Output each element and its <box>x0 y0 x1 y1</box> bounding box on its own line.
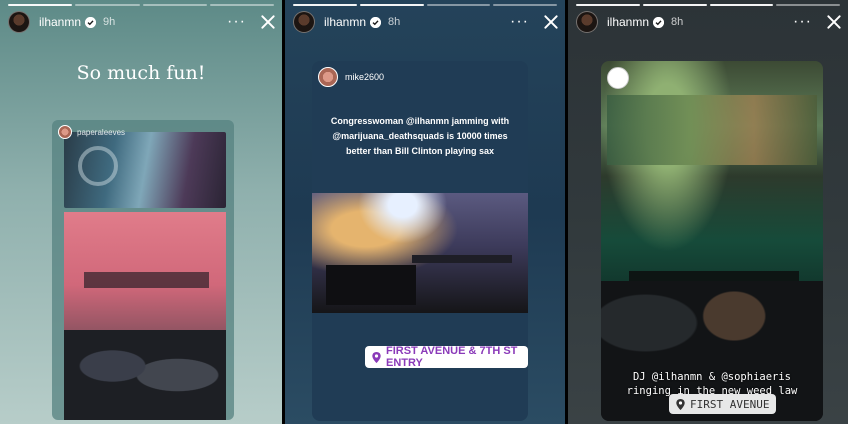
progress-segment <box>776 4 840 6</box>
story-username[interactable]: ilhanmn <box>39 15 81 29</box>
story-panel-3[interactable]: ilhanmn 8h ··· DJ @ilhanmn & @sophiaeris… <box>568 0 848 424</box>
story-panel-2[interactable]: ilhanmn 8h ··· mike2600 Congresswoman @i… <box>285 0 565 424</box>
story-header: ilhanmn 8h ··· <box>293 10 559 34</box>
story-username[interactable]: ilhanmn <box>607 15 649 29</box>
repost-username: mike2600 <box>345 72 385 82</box>
reposted-story-card[interactable]: DJ @ilhanmn & @sophiaeris ringing in the… <box>601 61 823 421</box>
overlay-text-line-1: DJ @ilhanmn & @sophiaeris <box>632 371 792 383</box>
progress-segment <box>359 4 424 6</box>
location-sticker[interactable]: FIRST AVENUE & 7TH ST ENTRY <box>365 345 528 369</box>
story-header: ilhanmn 8h ··· <box>576 10 842 34</box>
avatar[interactable] <box>576 11 598 33</box>
story-time: 8h <box>388 16 401 28</box>
story-progress-bars <box>8 4 274 6</box>
progress-segment <box>709 4 774 6</box>
concert-photo <box>312 193 528 313</box>
progress-segment <box>142 4 207 6</box>
location-label: FIRST AVENUE & 7TH ST ENTRY <box>386 345 518 369</box>
progress-segment <box>576 4 640 6</box>
avatar[interactable] <box>293 11 315 33</box>
location-label: FIRST AVENUE <box>690 397 770 411</box>
more-icon[interactable]: ··· <box>227 14 246 30</box>
close-icon[interactable] <box>260 14 276 30</box>
concert-photo <box>601 61 823 421</box>
close-icon[interactable] <box>543 14 559 30</box>
repost-text: Congresswoman @ilhanmn jamming with @mar… <box>330 116 510 156</box>
reposted-story-card[interactable]: paperaleeves <box>52 120 234 420</box>
progress-segment <box>426 4 491 6</box>
story-time: 8h <box>671 16 684 28</box>
location-pin-icon <box>372 351 381 363</box>
story-progress-bars <box>293 4 557 6</box>
story-progress-bars <box>576 4 840 6</box>
repost-attribution[interactable]: paperaleeves <box>58 125 125 139</box>
story-time: 9h <box>103 16 116 28</box>
repost-avatar <box>318 67 338 87</box>
concert-photo-bottom <box>64 212 226 420</box>
concert-photo-top <box>64 132 226 208</box>
verified-badge-icon <box>370 16 382 28</box>
progress-segment <box>642 4 707 6</box>
repost-attribution[interactable]: mike2600 <box>318 67 384 87</box>
story-header: ilhanmn 9h ··· <box>8 10 276 34</box>
avatar[interactable] <box>8 11 30 33</box>
story-caption: So much fun! <box>76 62 206 84</box>
location-pin-icon <box>676 398 685 410</box>
progress-segment <box>8 4 73 6</box>
progress-segment <box>75 4 140 6</box>
story-panel-1[interactable]: ilhanmn 9h ··· So much fun! paperaleeves <box>0 0 282 424</box>
reposted-post-card[interactable]: mike2600 Congresswoman @ilhanmn jamming … <box>312 61 528 421</box>
more-icon[interactable]: ··· <box>510 14 529 30</box>
venue-logo[interactable] <box>607 67 629 89</box>
repost-avatar <box>58 125 72 139</box>
repost-username: paperaleeves <box>77 127 126 137</box>
verified-badge-icon <box>653 16 665 28</box>
location-sticker[interactable]: FIRST AVENUE <box>669 394 777 414</box>
more-icon[interactable]: ··· <box>793 14 812 30</box>
close-icon[interactable] <box>826 14 842 30</box>
progress-segment <box>493 4 557 6</box>
verified-badge-icon <box>85 16 97 28</box>
progress-segment <box>209 4 274 6</box>
progress-segment <box>293 4 357 6</box>
story-username[interactable]: ilhanmn <box>324 15 366 29</box>
